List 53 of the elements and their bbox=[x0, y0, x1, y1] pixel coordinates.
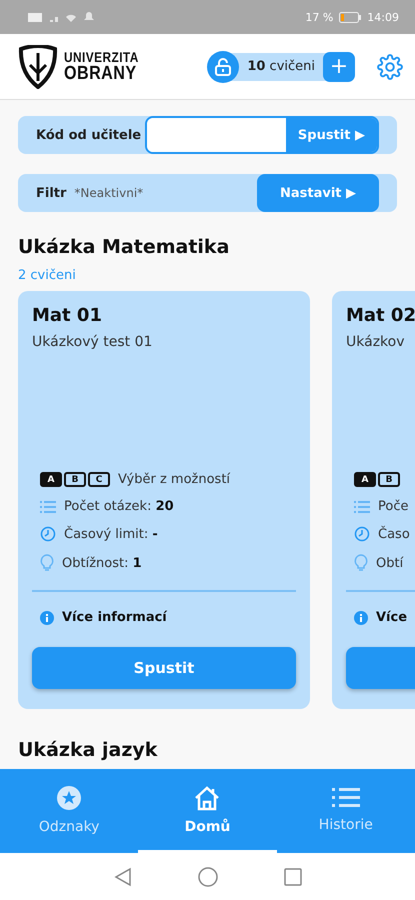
question-count: Počet otázek: 20 bbox=[64, 499, 174, 514]
info-icon bbox=[40, 610, 54, 624]
logo-text: OBRANY bbox=[64, 64, 138, 83]
clock: 14:09 bbox=[367, 10, 399, 24]
time-limit: Časo bbox=[378, 526, 410, 542]
battery-icon bbox=[339, 12, 362, 22]
time-limit: Časový limit: - bbox=[64, 526, 158, 542]
code-label: Kód od učitele bbox=[36, 128, 142, 142]
nav-tab[interactable]: Odznaky bbox=[0, 769, 138, 853]
test-subtitle: Ukázkov bbox=[346, 334, 406, 350]
answer-letter-icon: A bbox=[40, 472, 62, 487]
list-icon bbox=[354, 500, 370, 512]
question-type: Výběr z možností bbox=[118, 472, 230, 487]
settings-icon[interactable] bbox=[377, 54, 403, 80]
test-subtitle: Ukázkový test 01 bbox=[32, 334, 154, 350]
add-button[interactable]: + bbox=[323, 52, 355, 82]
difficulty: Obtí bbox=[376, 556, 404, 570]
timer-icon bbox=[40, 526, 56, 542]
answer-letter-icon: B bbox=[64, 472, 86, 487]
question-count: Poče bbox=[378, 499, 408, 514]
nav-tab[interactable]: Historie bbox=[276, 769, 415, 853]
shield-logo-icon bbox=[18, 44, 58, 88]
lightbulb-icon bbox=[40, 554, 54, 572]
more-info-link[interactable]: Více bbox=[376, 610, 408, 625]
recents-icon[interactable] bbox=[284, 868, 302, 886]
logo-text: UNIVERZITA bbox=[64, 50, 139, 64]
more-info-link[interactable]: Více informací bbox=[62, 610, 167, 625]
section-title: Ukázka jazyk bbox=[18, 739, 158, 761]
answer-letter-icon: B bbox=[378, 472, 400, 487]
answer-letter-icon: A bbox=[354, 472, 376, 487]
start-button[interactable]: Spustit bbox=[32, 647, 296, 689]
filter-label: Filtr bbox=[36, 186, 66, 200]
back-icon[interactable] bbox=[114, 866, 132, 886]
credits-count: 10 cvičeni bbox=[246, 59, 316, 74]
list-icon bbox=[332, 786, 360, 808]
unlock-icon[interactable] bbox=[207, 50, 240, 82]
test-title: Mat 02 bbox=[346, 305, 415, 326]
difficulty: Obtížnost: 1 bbox=[62, 556, 142, 570]
list-icon bbox=[40, 500, 56, 512]
lightbulb-icon bbox=[354, 554, 368, 572]
exercise-count: 2 cvičeni bbox=[18, 268, 77, 283]
start-code-button[interactable]: Spustit ▶ bbox=[286, 118, 377, 152]
section-title: Ukázka Matematika bbox=[18, 236, 230, 258]
code-field[interactable]: Spustit ▶ bbox=[145, 116, 379, 154]
timer-icon bbox=[354, 526, 370, 542]
answer-letter-icon: C bbox=[88, 472, 110, 487]
filter-value: *Neaktivni* bbox=[74, 186, 144, 200]
info-icon bbox=[354, 610, 368, 624]
test-title: Mat 01 bbox=[32, 305, 103, 326]
battery-percent: 17 % bbox=[305, 10, 334, 24]
home-icon bbox=[193, 784, 222, 810]
set-filter-button[interactable]: Nastavit ▶ bbox=[257, 174, 379, 212]
home-circle-icon[interactable] bbox=[198, 866, 218, 886]
